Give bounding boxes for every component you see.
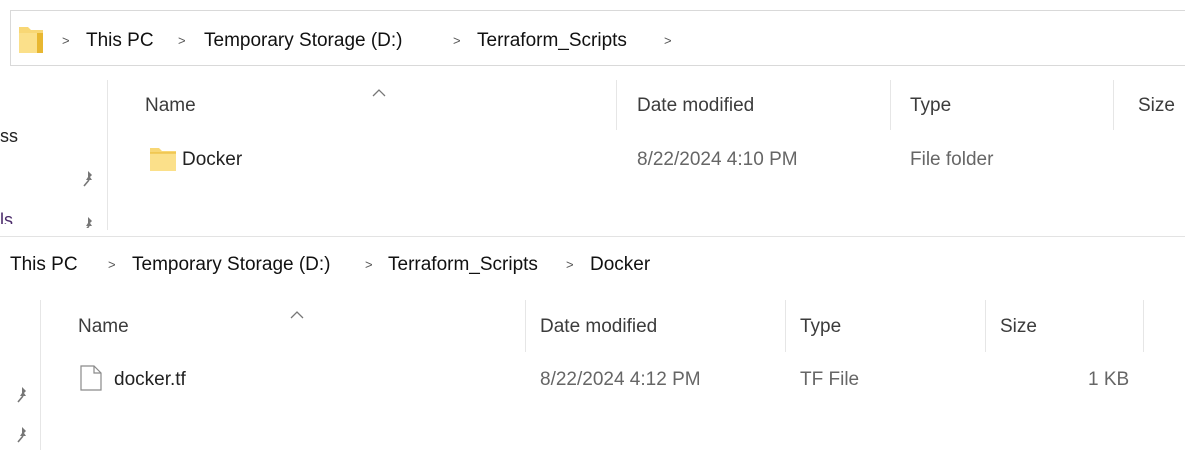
- breadcrumb-terraform-scripts[interactable]: Terraform_Scripts: [388, 254, 538, 276]
- pin-icon[interactable]: [80, 216, 96, 228]
- column-header-type[interactable]: Type: [800, 316, 841, 338]
- nav-pane-item-fragment[interactable]: ss: [0, 126, 18, 147]
- column-header-type[interactable]: Type: [910, 95, 951, 117]
- chevron-right-icon[interactable]: >: [453, 33, 461, 48]
- file-name[interactable]: Docker: [182, 149, 242, 171]
- date-modified: 8/22/2024 4:12 PM: [540, 369, 701, 390]
- column-separator[interactable]: [785, 300, 786, 352]
- breadcrumb-temporary-storage[interactable]: Temporary Storage (D:): [132, 254, 331, 276]
- column-separator[interactable]: [525, 300, 526, 352]
- column-header-date-modified[interactable]: Date modified: [540, 316, 657, 338]
- column-separator[interactable]: [1143, 300, 1144, 352]
- breadcrumb-terraform-scripts[interactable]: Terraform_Scripts: [477, 30, 627, 52]
- nav-pane-item-fragment[interactable]: ls: [0, 210, 13, 224]
- pin-icon[interactable]: [14, 426, 30, 444]
- chevron-right-icon[interactable]: >: [566, 257, 574, 272]
- list-item[interactable]: docker.tf 8/22/2024 4:12 PM TF File 1 KB: [70, 360, 1170, 400]
- breadcrumb-this-pc[interactable]: This PC: [10, 254, 78, 276]
- column-separator[interactable]: [890, 80, 891, 130]
- column-separator: [40, 300, 41, 450]
- date-modified: 8/22/2024 4:10 PM: [637, 149, 798, 170]
- sort-up-icon: [290, 306, 304, 324]
- column-separator: [107, 80, 108, 230]
- pin-icon[interactable]: [80, 170, 96, 188]
- chevron-right-icon[interactable]: >: [664, 33, 672, 48]
- column-header-name[interactable]: Name: [78, 316, 129, 338]
- column-separator[interactable]: [985, 300, 986, 352]
- sort-up-icon: [372, 84, 386, 102]
- column-header-size[interactable]: Size: [1138, 95, 1175, 117]
- column-separator[interactable]: [1113, 80, 1114, 130]
- chevron-right-icon[interactable]: >: [365, 257, 373, 272]
- file-size: 1 KB: [1088, 369, 1130, 390]
- list-item[interactable]: Docker 8/22/2024 4:10 PM File folder: [140, 140, 1180, 180]
- breadcrumb-docker[interactable]: Docker: [590, 254, 650, 276]
- file-type: TF File: [800, 369, 860, 390]
- folder-icon: [18, 24, 44, 59]
- column-header-date-modified[interactable]: Date modified: [637, 95, 754, 117]
- breadcrumb-temporary-storage[interactable]: Temporary Storage (D:): [204, 30, 403, 52]
- breadcrumb-this-pc[interactable]: This PC: [86, 30, 154, 52]
- column-header-name[interactable]: Name: [145, 95, 196, 117]
- file-type: File folder: [910, 149, 994, 170]
- chevron-right-icon[interactable]: >: [108, 257, 116, 272]
- file-name[interactable]: docker.tf: [114, 369, 186, 391]
- column-separator[interactable]: [616, 80, 617, 130]
- pin-icon[interactable]: [14, 386, 30, 404]
- column-header-size[interactable]: Size: [1000, 316, 1037, 338]
- window-divider: [0, 236, 1185, 237]
- file-icon: [80, 365, 102, 396]
- folder-icon: [149, 146, 177, 177]
- chevron-right-icon[interactable]: >: [178, 33, 186, 48]
- chevron-right-icon[interactable]: >: [62, 33, 70, 48]
